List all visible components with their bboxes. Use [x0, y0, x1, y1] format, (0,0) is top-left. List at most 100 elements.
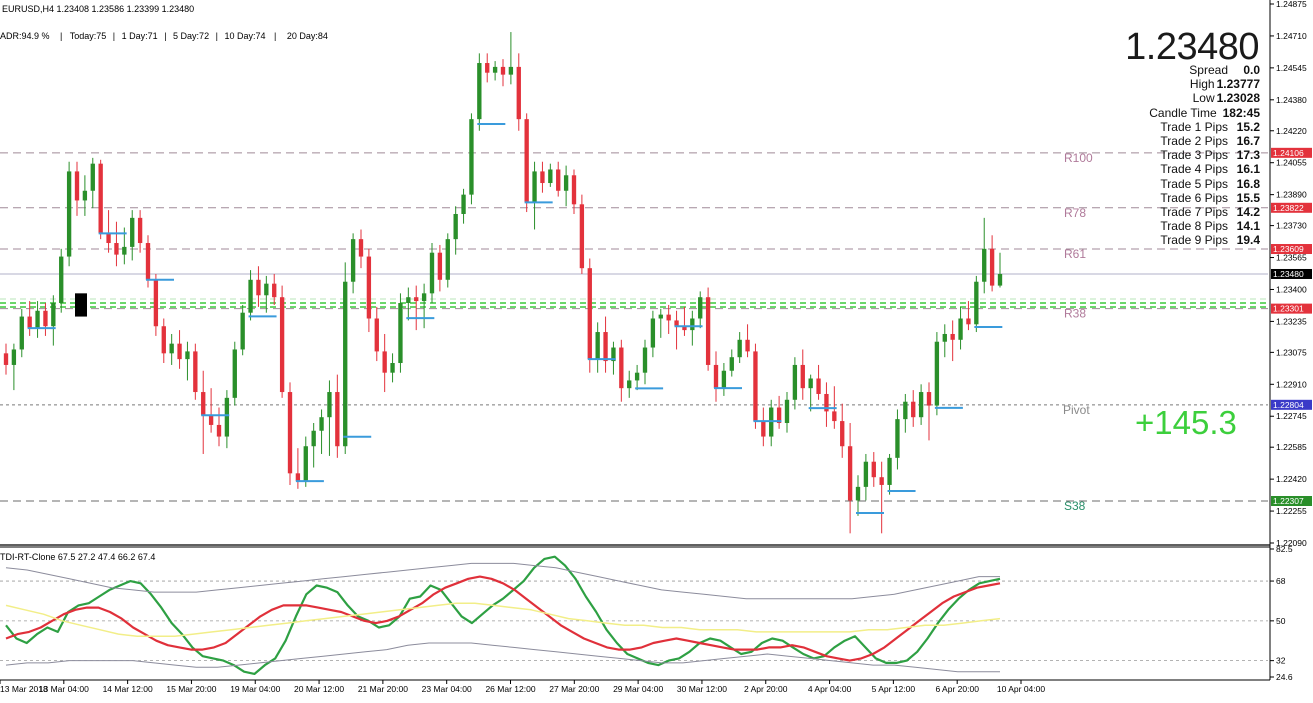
adr-value: ADR:94.9 % [0, 31, 50, 41]
info-row-spread: Spread 0.0 [1128, 63, 1260, 77]
candle-body [106, 233, 111, 244]
candle-body [145, 243, 151, 280]
candle-body [784, 399, 790, 424]
tdi-tick-label: 68 [1276, 576, 1286, 586]
info-label: Trade 8 Pips [1160, 219, 1228, 234]
candle-body [713, 364, 719, 389]
candle-body [847, 446, 853, 501]
candle-body [492, 66, 498, 73]
candle-body [374, 318, 379, 352]
tdi-tick-label: 50 [1276, 616, 1286, 626]
candle-body [169, 343, 174, 354]
candle-body [201, 392, 206, 416]
candle-body [343, 281, 348, 447]
info-value: 15.5 [1236, 190, 1260, 205]
candle-body [958, 318, 963, 340]
info-value: 0.0 [1243, 63, 1260, 77]
candle-body [761, 421, 766, 437]
candle-body [114, 243, 119, 255]
candle-body [421, 293, 427, 302]
candle-body [137, 217, 143, 244]
time-tick-label: 15 Mar 20:00 [166, 684, 216, 694]
level-label-r61: R61 [1064, 247, 1086, 261]
time-tick-label: 13 Mar 04:00 [39, 684, 89, 694]
candle-body [82, 190, 88, 201]
candle-body [350, 239, 356, 282]
candle-body [500, 66, 506, 75]
candle-body [248, 279, 253, 313]
info-panel: Spread 0.0 High 1.23777 Low 1.23028 Candle … [1128, 63, 1260, 247]
adr-1day: 1 Day:71 [121, 31, 158, 41]
candle-body [658, 314, 663, 319]
info-value: 14.2 [1236, 204, 1260, 219]
info-label: Low [1192, 91, 1215, 106]
candle-body [59, 256, 64, 304]
level-price-tag-label: 1.23822 [1273, 203, 1304, 213]
candle-body [619, 347, 624, 389]
candle-body [327, 392, 332, 418]
candle-body [926, 392, 932, 406]
info-label: Spread [1189, 63, 1228, 77]
candle-body [855, 486, 861, 501]
tdi-title: TDI-RT-Clone 67.5 27.2 47.4 66.2 67.4 [0, 552, 155, 562]
info-value: 1.23777 [1216, 77, 1260, 92]
candle-body [319, 417, 324, 431]
info-value: 16.7 [1236, 133, 1260, 148]
candle-body [19, 316, 24, 350]
info-row-trade-9: Trade 9 Pips 19.4 [1128, 233, 1260, 247]
candle-body [721, 370, 727, 389]
info-value: 1.23028 [1216, 91, 1260, 106]
candle-body [437, 252, 443, 280]
candle-body [508, 66, 514, 75]
candle-body [887, 457, 892, 485]
time-tick-label: 10 Apr 04:00 [997, 684, 1045, 694]
candle-body [832, 411, 837, 422]
info-label: High [1189, 77, 1215, 92]
candle-body [698, 297, 703, 319]
candle-body [863, 461, 869, 487]
adr-today: Today:75 [69, 31, 107, 41]
candle-body [997, 273, 1003, 286]
price-tick-label: 1.22585 [1276, 442, 1307, 452]
candle-body [918, 392, 924, 418]
candle-body [974, 281, 979, 325]
candle-body [382, 351, 387, 373]
candle-body [287, 392, 293, 474]
price-tick-label: 1.23565 [1276, 253, 1307, 263]
info-value: 14.1 [1236, 219, 1260, 234]
price-tick-label: 1.23235 [1276, 316, 1307, 326]
candle-body [989, 248, 995, 286]
level-layer: R100 R78 R61 R38 Pivot S38 [0, 151, 1268, 513]
candle-body [90, 163, 95, 191]
info-row-high: High 1.23777 [1128, 77, 1260, 91]
candle-body [532, 171, 537, 203]
candle-body [335, 392, 340, 447]
price-tick-label: 1.22420 [1276, 474, 1307, 484]
candle-body [232, 349, 237, 398]
level-label-pivot: Pivot [1063, 403, 1090, 417]
candle-body [516, 66, 521, 120]
level-price-tag-label: 1.22307 [1273, 496, 1304, 506]
tdi-series-2 [5, 602, 1001, 638]
info-value: 182:45 [1222, 105, 1260, 120]
candle-body [358, 239, 364, 257]
candle-body [208, 415, 214, 425]
candle-body [295, 473, 301, 482]
tdi-series-4 [5, 642, 1000, 673]
level-label-s38: S38 [1064, 499, 1086, 513]
info-value: 19.4 [1236, 233, 1260, 248]
black-marker [75, 293, 87, 317]
info-row-trade-7: Trade 7 Pips 14.2 [1128, 205, 1260, 219]
info-row-trade-8: Trade 8 Pips 14.1 [1128, 219, 1260, 233]
adr-readout: ADR:94.9 % | Today:75 | 1 Day:71 | 5 Day… [0, 31, 328, 41]
symbol-header: EURUSD,H4 1.23408 1.23586 1.23399 1.2348… [2, 4, 195, 14]
candle-body [634, 372, 640, 381]
candle-body [303, 446, 308, 482]
time-tick-label: 19 Mar 04:00 [230, 684, 280, 694]
candle-body [800, 364, 805, 389]
current-price-tag-label: 1.23480 [1273, 269, 1304, 279]
info-value: 15.2 [1236, 119, 1260, 134]
candle-body [587, 268, 592, 360]
info-label: Trade 1 Pips [1160, 119, 1228, 134]
candle-body [571, 175, 577, 205]
